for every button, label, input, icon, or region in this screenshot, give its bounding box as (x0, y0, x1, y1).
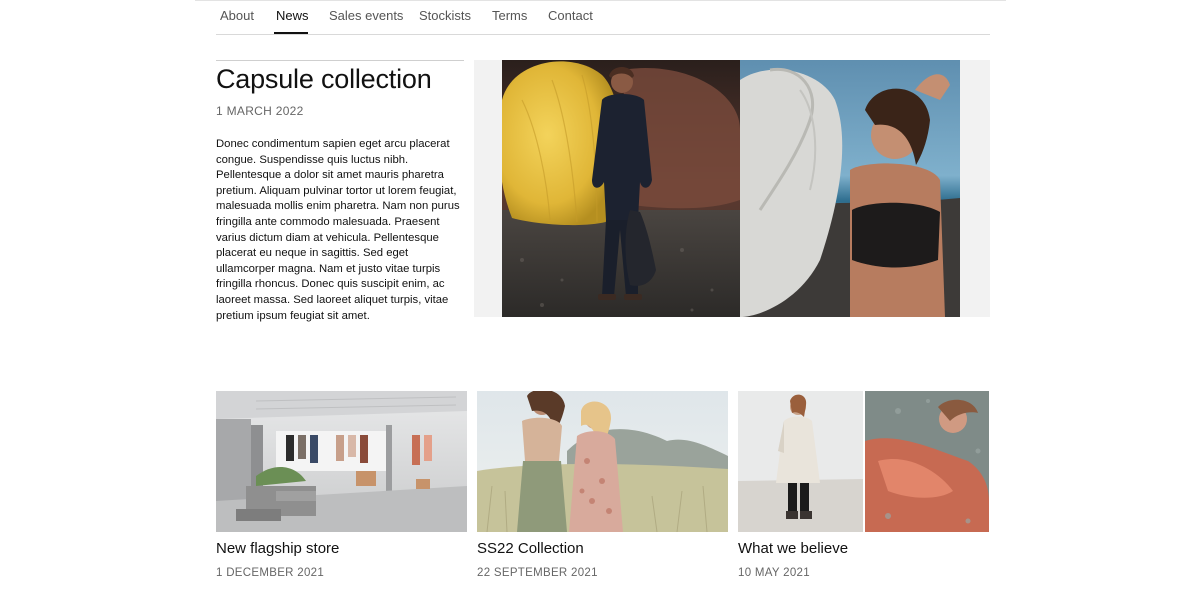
nav-sales-events[interactable]: Sales events (329, 8, 403, 23)
nav-contact[interactable]: Contact (548, 8, 593, 23)
nav-about[interactable]: About (220, 8, 254, 23)
card-image-what-we-believe[interactable] (738, 391, 989, 532)
card-title-flagship-store[interactable]: New flagship store (216, 540, 339, 557)
card-date-what-we-believe: 10 MAY 2021 (738, 567, 810, 579)
nav-news[interactable]: News (276, 8, 309, 23)
nav-stockists[interactable]: Stockists (419, 8, 471, 23)
card-title-what-we-believe[interactable]: What we believe (738, 540, 848, 557)
feature-image[interactable] (474, 60, 990, 317)
card-title-ss22-collection[interactable]: SS22 Collection (477, 540, 584, 557)
feature-date: 1 MARCH 2022 (216, 104, 304, 118)
nav-active-indicator (274, 32, 308, 34)
feature-body: Donec condimentum sapien eget arcu place… (216, 138, 460, 322)
feature-divider (216, 60, 464, 61)
card-image-flagship-store[interactable] (216, 391, 467, 532)
feature-title[interactable]: Capsule collection (216, 64, 432, 95)
card-date-flagship-store: 1 DECEMBER 2021 (216, 567, 325, 579)
main-nav: About News Sales events Stockists Terms … (216, 0, 990, 35)
card-image-ss22-collection[interactable] (477, 391, 728, 532)
card-date-ss22-collection: 22 SEPTEMBER 2021 (477, 567, 598, 579)
feature-photo-beach (740, 60, 960, 317)
nav-terms[interactable]: Terms (492, 8, 527, 23)
feature-photo-parachute (502, 60, 740, 317)
